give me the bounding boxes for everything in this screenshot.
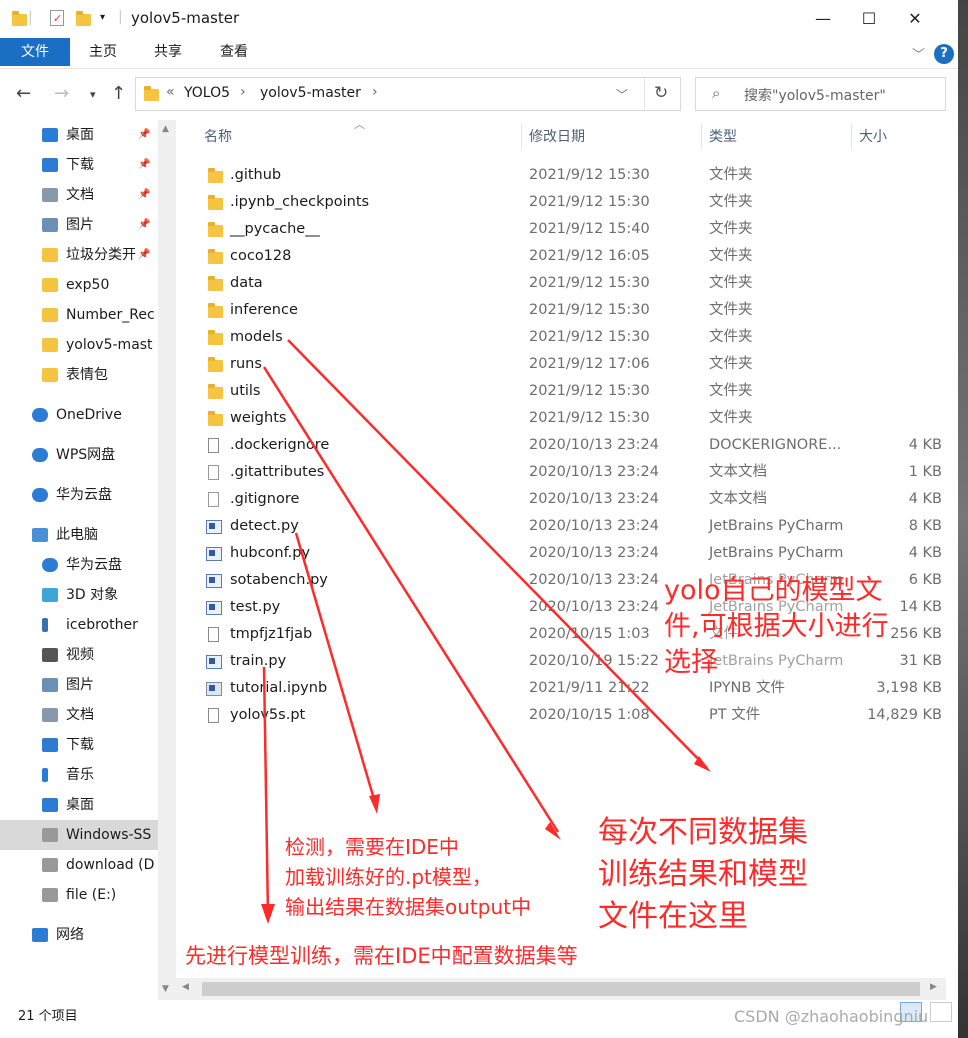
detect-arrow [294, 532, 378, 807]
annotation-line: 输出结果在数据集output中 [285, 895, 531, 919]
runs-annotation: 每次不同数据集 训练结果和模型 文件在这里 [598, 812, 808, 938]
train-arrow [262, 666, 270, 917]
models-arrow [287, 339, 708, 769]
runs-arrow [262, 366, 560, 833]
annotation-line: 每次不同数据集 [598, 815, 808, 850]
annotation-line: 选择 [664, 647, 718, 678]
arrowhead [261, 904, 275, 924]
annotation-line: yolo自己的模型文 [664, 575, 883, 606]
annotation-line: 训练结果和模型 [598, 857, 808, 892]
annotation-line: 加载训练好的.pt模型， [285, 865, 492, 889]
annotation-line: 检测，需要在IDE中 [285, 835, 459, 859]
annotation-line: 件,可根据大小进行 [664, 611, 889, 642]
detect-annotation: 检测，需要在IDE中 加载训练好的.pt模型， 输出结果在数据集output中 [285, 832, 531, 922]
arrowhead [369, 794, 380, 814]
annotation-line: 文件在这里 [598, 899, 748, 934]
train-annotation: 先进行模型训练，需在IDE中配置数据集等 [185, 944, 578, 968]
models-annotation: yolo自己的模型文 件,可根据大小进行 选择 [664, 573, 889, 681]
